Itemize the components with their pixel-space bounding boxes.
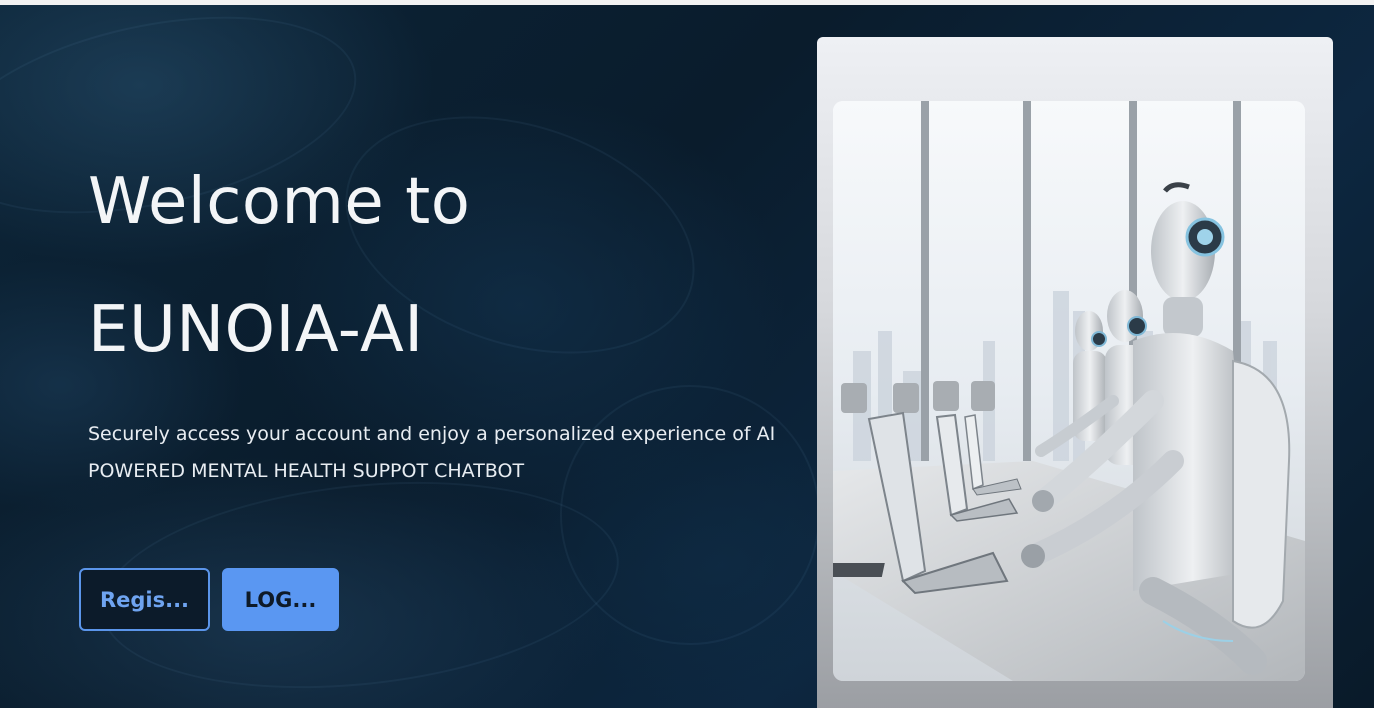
robots-at-laptops-illustration (833, 101, 1305, 681)
robots-illustration-svg (833, 101, 1305, 681)
illustration-card (817, 37, 1333, 708)
hero-description-line-1: Securely access your account and enjoy a… (88, 423, 776, 445)
background-swirl (512, 337, 868, 693)
hero-section: Welcome to EUNOIA-AI Securely access you… (0, 5, 1374, 708)
register-button[interactable]: Regis... (79, 568, 210, 631)
hero-description-line-2: POWERED MENTAL HEALTH SUPPOT CHATBOT (88, 460, 525, 482)
hero-description: Securely access your account and enjoy a… (88, 416, 788, 490)
login-button[interactable]: LOG... (222, 568, 339, 631)
welcome-heading: Welcome to (88, 165, 471, 239)
brand-heading: EUNOIA-AI (88, 293, 424, 367)
